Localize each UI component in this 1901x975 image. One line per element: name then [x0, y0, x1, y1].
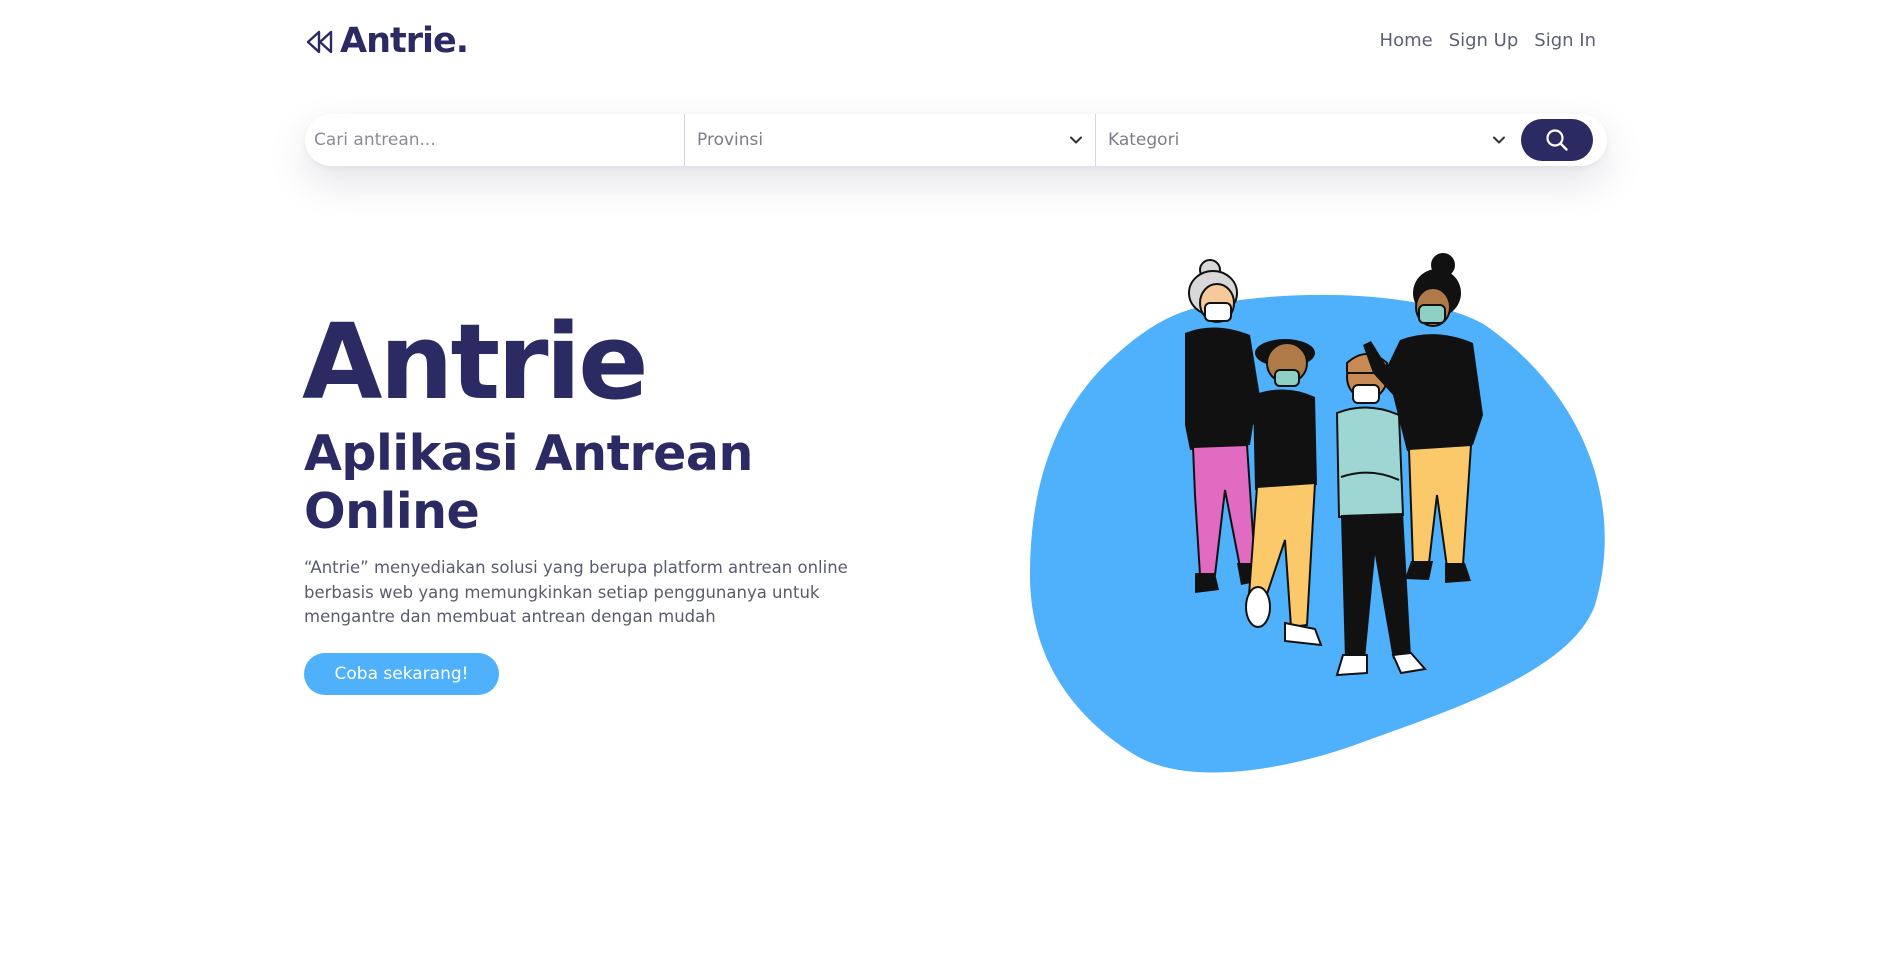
nav-signup-link[interactable]: Sign Up — [1449, 30, 1519, 51]
category-select-label: Kategori — [1108, 130, 1180, 150]
province-select-label: Provinsi — [697, 130, 764, 150]
search-button[interactable] — [1521, 119, 1593, 161]
top-nav: Home Sign Up Sign In — [1380, 30, 1596, 51]
search-input[interactable] — [305, 114, 684, 166]
category-select[interactable]: Kategori — [1096, 114, 1518, 166]
province-select[interactable]: Provinsi — [685, 114, 1095, 166]
hero-illustration — [1030, 253, 1605, 773]
try-now-button[interactable]: Coba sekarang! — [304, 653, 499, 695]
brand-name: Antrie. — [340, 21, 469, 61]
search-icon — [1546, 129, 1568, 151]
nav-home-link[interactable]: Home — [1380, 30, 1433, 51]
background-blob — [1030, 294, 1605, 773]
rewind-icon — [306, 30, 333, 53]
hero-title: Antrie — [302, 301, 649, 423]
nav-signin-link[interactable]: Sign In — [1534, 30, 1596, 51]
chevron-down-icon — [1493, 136, 1505, 144]
hero-subtitle: Aplikasi Antrean Online — [304, 425, 753, 540]
brand-logo[interactable]: Antrie. — [306, 21, 469, 61]
search-bar: Provinsi Kategori — [305, 114, 1607, 166]
chevron-down-icon — [1070, 136, 1082, 144]
hero-description: “Antrie” menyediakan solusi yang berupa … — [304, 558, 848, 626]
